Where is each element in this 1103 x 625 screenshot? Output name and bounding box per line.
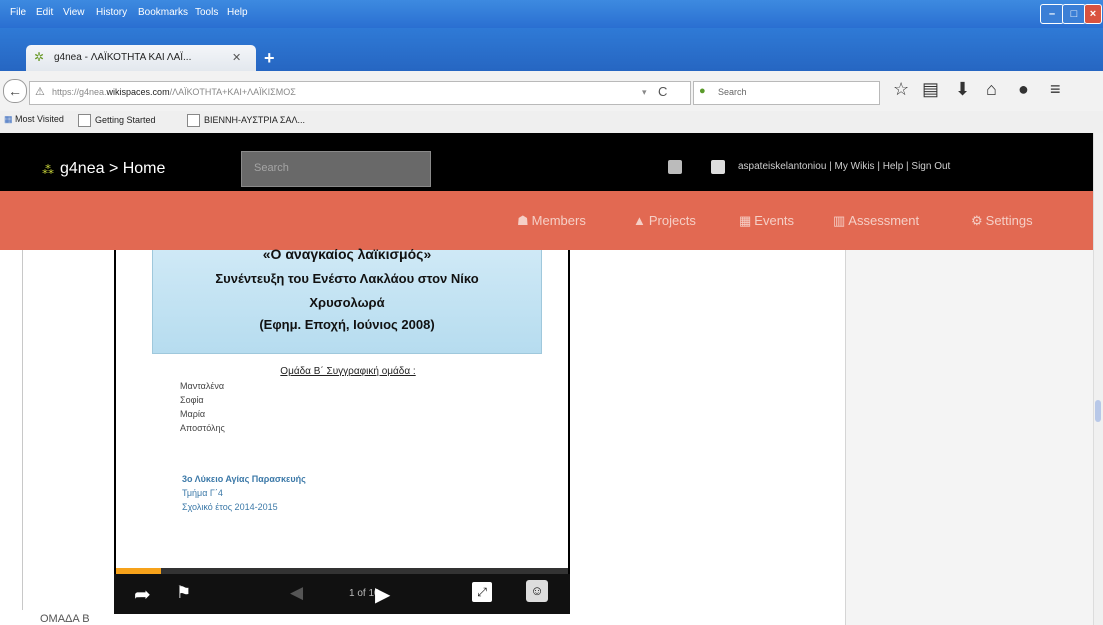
scrollbar-thumb[interactable] (1095, 400, 1101, 422)
school-class: Τμήμα Γ΄4 (182, 488, 223, 498)
bookmarks-bar: ▦ Most Visited Getting Started ΒΙΕΝΝΗ-ΑΥ… (0, 111, 1103, 134)
share-icon[interactable]: ➦ (134, 582, 151, 607)
nav-assessment[interactable]: ▥ Assessment (833, 213, 919, 229)
favicon-icon: ✲ (34, 50, 45, 64)
events-icon: ▦ (739, 213, 752, 228)
nav-events[interactable]: ▦ Events (739, 213, 794, 229)
projects-icon: ▲ (633, 213, 646, 228)
wiki-logo-icon[interactable]: ⁂ (42, 163, 54, 177)
slide-title-line: (Εφημ. Εποχή, Ιούνιος 2008) (259, 317, 435, 332)
menu-history[interactable]: History (96, 7, 127, 18)
group-title: Ομάδα Β΄ Συγγραφική ομάδα : (280, 366, 416, 377)
mail-icon[interactable] (668, 160, 682, 174)
search-engine-icon: ● (699, 85, 706, 97)
side-panel (846, 250, 1093, 625)
settings-icon: ⚙ (971, 213, 983, 228)
page-icon (187, 114, 200, 127)
slide-title-line: «Ο αναγκαίος λαϊκισμός» (262, 246, 432, 262)
close-window-icon[interactable]: × (1084, 4, 1102, 24)
content-border (22, 250, 23, 610)
bookmark-star-icon[interactable]: ☆ (893, 79, 909, 100)
tab-title: g4nea - ΛΑΪΚΟΤΗΤΑ ΚΑΙ ΛΑΪ... (54, 52, 192, 63)
nav-projects[interactable]: ▲ Projects (633, 213, 696, 228)
page-icon (78, 114, 91, 127)
assessment-icon: ▥ (833, 213, 846, 228)
browser-tab[interactable]: ✲ g4nea - ΛΑΪΚΟΤΗΤΑ ΚΑΙ ΛΑΪ... ✕ (26, 45, 256, 71)
next-slide-icon[interactable]: ▶ (375, 582, 390, 607)
reading-list-icon[interactable]: ▤ (922, 79, 939, 100)
new-tab-icon[interactable]: + (264, 48, 275, 69)
warning-icon: ⚠ (35, 86, 45, 98)
notifications-icon[interactable] (711, 160, 725, 174)
browser-search-box[interactable]: ● Search (693, 81, 880, 105)
site-search-placeholder: Search (254, 162, 289, 174)
close-tab-icon[interactable]: ✕ (232, 51, 241, 64)
menu-bookmarks[interactable]: Bookmarks (138, 7, 188, 18)
url-text: https://g4nea.wikispaces.com/ΛΑΪΚΟΤΗΤΑ+Κ… (52, 87, 296, 97)
most-visited-icon: ▦ (4, 114, 16, 124)
school-name: 3ο Λύκειο Αγίας Παρασκευής (182, 474, 306, 484)
slideshare-logo-icon[interactable]: ☺ (526, 580, 548, 602)
slide-title-box: «Ο αναγκαίος λαϊκισμός» Συνέντευξη του Ε… (152, 246, 542, 354)
members-icon: ☗ (517, 213, 529, 228)
school-year: Σχολικό έτος 2014-2015 (182, 502, 278, 512)
member-name: Μαρία (180, 409, 206, 419)
member-name: Σοφία (180, 395, 204, 405)
back-arrow-icon[interactable]: ← (3, 79, 27, 103)
site-nav-bar: ☗ Members ▲ Projects ▦ Events ▥ Assessment ⚙… (0, 191, 1093, 250)
bookmark-most-visited[interactable]: ▦ Most Visited (4, 114, 64, 125)
menu-tools[interactable]: Tools (195, 7, 218, 18)
menu-view[interactable]: View (63, 7, 85, 18)
user-links[interactable]: aspateiskelantoniou | My Wikis | Help | … (738, 161, 950, 172)
nav-settings[interactable]: ⚙ Settings (971, 213, 1033, 229)
member-name: Αποστόλης (180, 423, 225, 433)
chat-icon[interactable]: ● (1018, 79, 1029, 100)
breadcrumb[interactable]: g4nea > Home (60, 160, 165, 178)
fullscreen-icon[interactable]: ⤢ (472, 582, 492, 602)
bookmark-vienna[interactable]: ΒΙΕΝΝΗ-ΑΥΣΤΡΙΑ ΣΑΛ... (187, 114, 305, 127)
page-scrollbar[interactable] (1093, 133, 1103, 625)
search-placeholder: Search (718, 87, 747, 97)
bookmark-getting-started[interactable]: Getting Started (78, 114, 156, 127)
reload-icon[interactable]: C (658, 84, 667, 99)
section-label: ΟΜΑΔΑ Β (40, 613, 90, 625)
site-search-input[interactable]: Search (241, 151, 431, 187)
minimize-icon[interactable]: – (1040, 4, 1064, 24)
home-icon[interactable]: ⌂ (986, 79, 997, 100)
download-icon[interactable]: ⬇ (955, 79, 970, 100)
menu-edit[interactable]: Edit (36, 7, 53, 18)
dropdown-icon[interactable]: ▾ (642, 87, 647, 98)
url-bar[interactable]: ⚠ https://g4nea.wikispaces.com/ΛΑΪΚΟΤΗΤΑ… (29, 81, 691, 105)
member-name: Μανταλένα (180, 381, 225, 391)
previous-slide-icon[interactable]: ◀ (290, 583, 303, 603)
menu-help[interactable]: Help (227, 7, 248, 18)
nav-members[interactable]: ☗ Members (517, 213, 586, 229)
window-title-bar: File Edit View History Bookmarks Tools H… (0, 0, 1103, 28)
menu-file[interactable]: File (10, 7, 26, 18)
maximize-icon[interactable]: □ (1062, 4, 1086, 24)
slide-title-line: Συνέντευξη του Ενέστο Λακλάου στον Νίκο (215, 271, 479, 286)
slide-controls: ➦ ⚑ ◀ 1 of 10 ▶ ⤢ ☺ (114, 574, 570, 614)
menu-hamburger-icon[interactable]: ≡ (1050, 79, 1061, 100)
slide-title-line: Χρυσολωρά (309, 295, 385, 310)
site-header: ⁂ g4nea > Home Search aspateiskelantonio… (0, 133, 1093, 191)
flag-icon[interactable]: ⚑ (176, 583, 191, 603)
